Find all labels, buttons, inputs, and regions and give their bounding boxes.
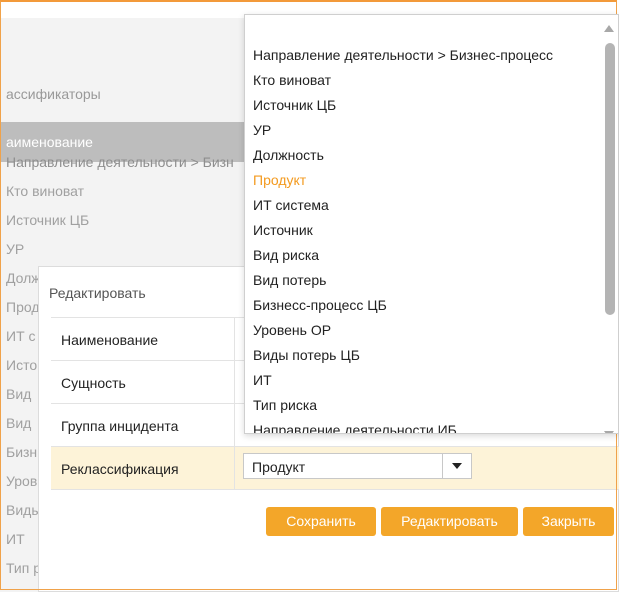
dropdown-option[interactable]: Источник <box>253 222 313 238</box>
dropdown-option[interactable]: ИТ <box>253 372 272 388</box>
dropdown-option[interactable]: Бизнесс-процесс ЦБ <box>253 297 387 313</box>
reclassification-dropdown-list[interactable]: Направление деятельности > Бизнес-процес… <box>244 14 619 434</box>
dropdown-option[interactable]: Уровень ОР <box>253 322 331 338</box>
dropdown-option[interactable]: Направление деятельности ИБ <box>253 422 457 433</box>
arrow-up-icon[interactable] <box>604 25 614 32</box>
dropdown-option[interactable]: ИТ система <box>253 197 329 213</box>
dropdown-option[interactable]: Виды потерь ЦБ <box>253 347 360 363</box>
dropdown-scrollbar[interactable] <box>600 15 618 433</box>
dropdown-option[interactable]: Источник ЦБ <box>253 97 336 113</box>
dropdown-option[interactable]: Тип риска <box>253 397 317 413</box>
arrow-down-icon[interactable] <box>604 431 614 434</box>
dropdown-option[interactable]: Должность <box>253 147 324 163</box>
dropdown-option[interactable]: Вид риска <box>253 247 319 263</box>
dropdown-option[interactable]: Кто виноват <box>253 72 331 88</box>
dropdown-option[interactable]: УР <box>253 122 271 138</box>
dropdown-option-selected[interactable]: Продукт <box>253 172 306 188</box>
scrollbar-thumb[interactable] <box>605 43 615 315</box>
dropdown-option[interactable]: Направление деятельности > Бизнес-процес… <box>253 47 553 63</box>
dropdown-option[interactable]: Вид потерь <box>253 272 326 288</box>
